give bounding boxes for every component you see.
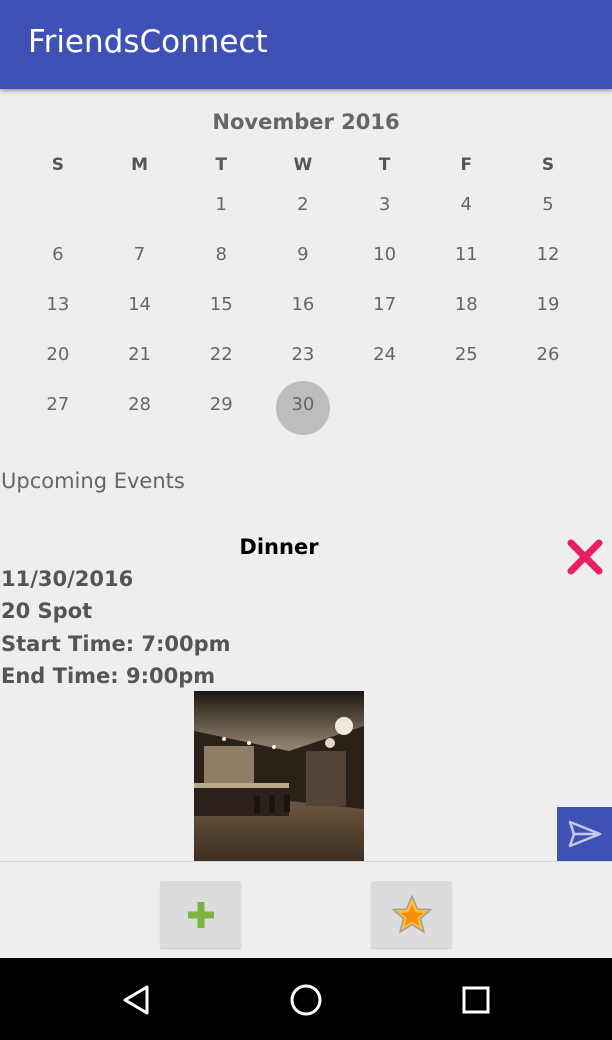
calendar-day[interactable]: 18: [425, 285, 507, 335]
back-icon: [123, 985, 149, 1015]
calendar-day[interactable]: 12: [507, 235, 589, 285]
recents-icon: [462, 986, 490, 1014]
event-photo: [194, 691, 364, 861]
calendar-day[interactable]: 21: [99, 335, 181, 385]
recents-button[interactable]: [456, 980, 496, 1020]
event-end-time: End Time: 9:00pm: [1, 664, 216, 688]
app-bar: FriendsConnect: [0, 0, 612, 89]
calendar-grid: S M T W T F S 1 2 3 4 5 6 7 8 9 10 11 12…: [17, 150, 589, 435]
calendar-day[interactable]: 17: [344, 285, 426, 335]
calendar-day[interactable]: 19: [507, 285, 589, 335]
favorite-button[interactable]: [371, 881, 452, 948]
calendar-day[interactable]: 6: [17, 235, 99, 285]
system-navigation-bar: [0, 958, 612, 1040]
calendar-day[interactable]: 4: [425, 185, 507, 235]
calendar-day[interactable]: 28: [99, 385, 181, 435]
calendar-day[interactable]: 23: [262, 335, 344, 385]
calendar-day-empty: [99, 185, 181, 235]
calendar-day-empty: [507, 385, 589, 435]
calendar-day[interactable]: 15: [180, 285, 262, 335]
weekday-label: M: [131, 155, 148, 175]
calendar-day[interactable]: 11: [425, 235, 507, 285]
weekday-label: S: [51, 155, 64, 175]
calendar-month-label: November 2016: [212, 110, 400, 134]
calendar-day[interactable]: 14: [99, 285, 181, 335]
send-icon: [568, 820, 602, 848]
add-event-button[interactable]: [160, 881, 241, 948]
calendar-day[interactable]: 5: [507, 185, 589, 235]
calendar-day[interactable]: 16: [262, 285, 344, 335]
calendar-day[interactable]: 10: [344, 235, 426, 285]
calendar-day[interactable]: 22: [180, 335, 262, 385]
close-icon: [567, 539, 603, 575]
home-icon: [290, 984, 322, 1016]
calendar-day[interactable]: 7: [99, 235, 181, 285]
back-button[interactable]: [117, 980, 157, 1020]
calendar-day[interactable]: 29: [180, 385, 262, 435]
delete-event-button[interactable]: [567, 539, 603, 575]
upcoming-events-heading: Upcoming Events: [1, 469, 185, 493]
calendar-day[interactable]: 27: [17, 385, 99, 435]
event-start-time: Start Time: 7:00pm: [1, 632, 231, 656]
calendar-day[interactable]: 1: [180, 185, 262, 235]
calendar-week-row: 1 2 3 4 5: [17, 185, 589, 235]
plus-icon: [187, 901, 214, 928]
calendar-day-empty: [425, 385, 507, 435]
weekday-label: S: [541, 155, 555, 175]
calendar-day[interactable]: 25: [425, 335, 507, 385]
calendar-day[interactable]: 2: [262, 185, 344, 235]
calendar-bottom-edge: [0, 435, 612, 441]
weekday-label: F: [460, 155, 473, 175]
weekday-label: W: [293, 155, 313, 175]
weekday-label: T: [378, 155, 391, 175]
calendar-week-row: 13 14 15 16 17 18 19: [17, 285, 589, 335]
calendar-day[interactable]: 13: [17, 285, 99, 335]
calendar-week-row: 27 28 29 30: [17, 381, 589, 435]
calendar-day[interactable]: 26: [507, 335, 589, 385]
event-title: Dinner: [239, 535, 319, 559]
event-location: 20 Spot: [1, 599, 93, 623]
calendar-day[interactable]: 8: [180, 235, 262, 285]
calendar-day[interactable]: 24: [344, 335, 426, 385]
event-date: 11/30/2016: [1, 567, 134, 591]
calendar-day[interactable]: 9: [262, 235, 344, 285]
weekday-label: T: [215, 155, 228, 175]
calendar-week-row: 6 7 8 9 10 11 12: [17, 235, 589, 285]
calendar-day-empty: [344, 385, 426, 435]
weekday-header-row: S M T W T F S: [17, 150, 589, 185]
home-button[interactable]: [286, 980, 326, 1020]
bottom-action-bar: [0, 861, 612, 959]
send-button[interactable]: [557, 807, 612, 861]
calendar-day[interactable]: 3: [344, 185, 426, 235]
calendar-day-empty: [17, 185, 99, 235]
calendar-week-row: 20 21 22 23 24 25 26: [17, 335, 589, 385]
star-icon: [391, 894, 432, 933]
calendar-day[interactable]: 20: [17, 335, 99, 385]
calendar-day-selected[interactable]: 30: [262, 381, 344, 435]
app-title: FriendsConnect: [28, 24, 268, 60]
